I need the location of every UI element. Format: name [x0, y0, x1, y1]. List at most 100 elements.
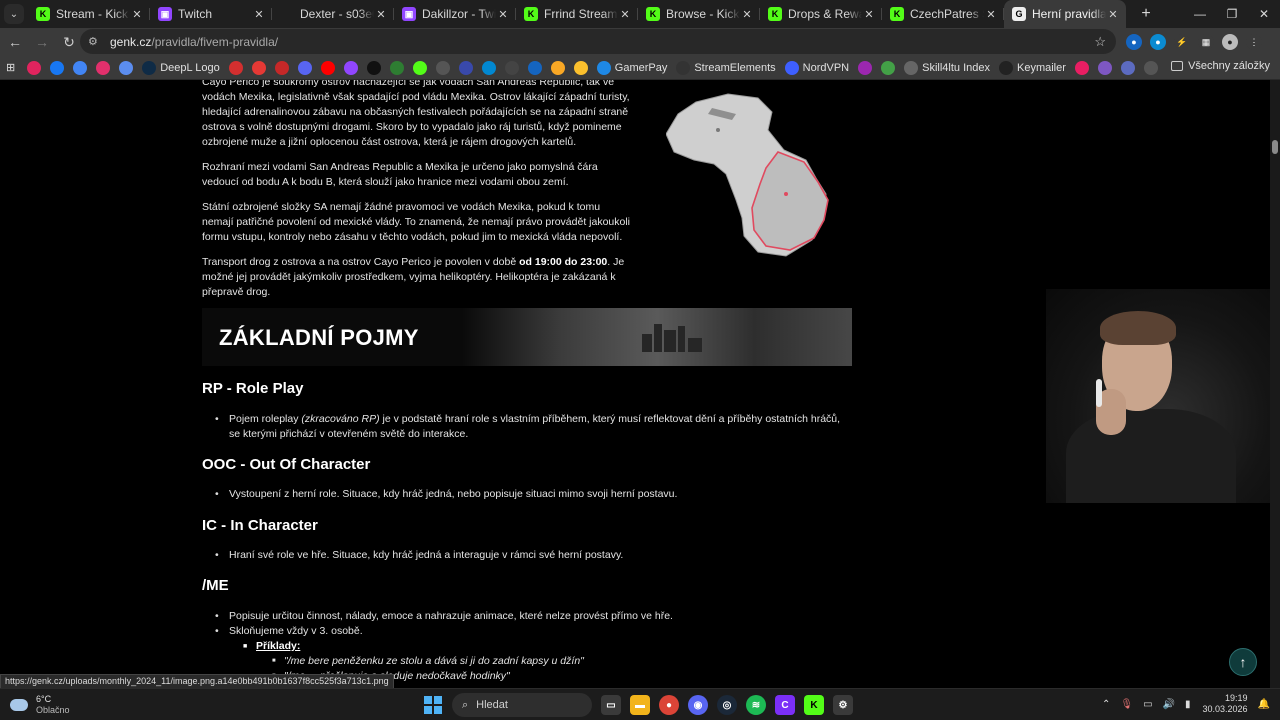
tab[interactable]: K CzechPatres Stream✕ [882, 0, 1004, 28]
kick-icon[interactable]: K [804, 695, 824, 715]
bookmark-item[interactable] [481, 60, 500, 75]
forward-icon[interactable]: → [30, 34, 54, 50]
bookmark-item[interactable]: Keymailer [999, 60, 1066, 75]
bookmark-item[interactable] [251, 60, 270, 75]
bookmark-item[interactable] [119, 60, 137, 75]
file-explorer-icon[interactable]: ▬ [630, 695, 650, 715]
bookmark-item[interactable]: Skill4ltu Index [904, 60, 990, 75]
bookmark-item[interactable]: StreamElements [676, 60, 776, 75]
taskbar-search[interactable]: ⌕ Hledat [452, 693, 592, 717]
profile-avatar[interactable]: ● [1222, 34, 1238, 50]
clock[interactable]: 19:19 30.03.2026 [1203, 693, 1248, 715]
tab[interactable]: K Frrind Stream - Watch✕ [516, 0, 638, 28]
bookmark-label: StreamElements [694, 61, 776, 74]
bookmark-favicon-icon [435, 60, 450, 75]
microphone-icon[interactable]: 🎙 [1120, 699, 1133, 710]
steam-icon[interactable]: ◎ [717, 695, 737, 715]
bookmark-item[interactable] [573, 60, 592, 75]
chrome-icon[interactable]: ● [659, 695, 679, 715]
tab[interactable]: K Drops & Rewards Inv✕ [760, 0, 882, 28]
tab-close-icon[interactable]: ✕ [740, 8, 754, 21]
weather-widget[interactable]: 6°C Oblačno [10, 694, 70, 716]
tab[interactable]: Dexter - s03e03 - Sve✕ [272, 0, 394, 28]
tab-close-icon[interactable]: ✕ [496, 8, 510, 21]
app-c-icon[interactable]: C [775, 695, 795, 715]
bookmark-item[interactable] [228, 60, 247, 75]
reload-icon[interactable]: ↻ [57, 34, 81, 51]
bookmark-item[interactable] [297, 60, 316, 75]
bookmark-item[interactable] [435, 60, 454, 75]
chevron-up-icon[interactable]: ⌃ [1102, 699, 1110, 710]
tab[interactable]: ▣ Dakillzor - Twitch✕ [394, 0, 516, 28]
address-bar[interactable]: ⚙ genk.cz/pravidla/fivem-pravidla/ ☆ [80, 29, 1116, 54]
volume-icon[interactable]: 🔊 [1163, 699, 1175, 710]
bookmark-item[interactable] [343, 60, 362, 75]
headset [1096, 379, 1102, 407]
tab-search-icon[interactable]: ⌄ [4, 4, 24, 24]
bookmark-item[interactable] [458, 60, 477, 75]
extensions-puzzle-icon[interactable]: ▦ [1198, 34, 1214, 50]
tab-close-icon[interactable]: ✕ [130, 8, 144, 21]
bookmark-item[interactable]: DeepL Logo [142, 60, 220, 75]
scroll-to-top-button[interactable]: ↑ [1229, 648, 1257, 676]
back-icon[interactable]: ← [3, 34, 27, 50]
task-view-icon[interactable]: ▭ [601, 695, 621, 715]
apps-grid-icon[interactable]: ⊞ [6, 61, 15, 74]
scrollbar-thumb[interactable] [1272, 140, 1278, 154]
tab-close-icon[interactable]: ✕ [252, 8, 266, 21]
bookmark-item[interactable]: GamerPay [596, 60, 667, 75]
restore-icon[interactable]: ❐ [1216, 0, 1248, 28]
page-scrollbar[interactable] [1270, 80, 1280, 688]
bookmark-item[interactable] [858, 60, 876, 75]
extension-icon[interactable]: ● [1126, 34, 1142, 50]
battery-icon[interactable]: ▮ [1185, 699, 1191, 710]
tab-close-icon[interactable]: ✕ [618, 8, 632, 21]
site-info-icon[interactable]: ⚙ [88, 35, 102, 48]
bookmark-favicon-icon [904, 60, 919, 75]
bookmark-item[interactable] [881, 60, 899, 75]
discord-icon[interactable]: ◉ [688, 695, 708, 715]
menu-kebab-icon[interactable]: ⋮ [1246, 34, 1262, 50]
all-bookmarks-button[interactable]: Všechny záložky [1171, 60, 1270, 72]
bookmark-item[interactable] [1143, 60, 1162, 75]
windows-start-icon[interactable] [424, 696, 442, 714]
close-window-icon[interactable]: ✕ [1248, 0, 1280, 28]
bookmark-favicon-icon [366, 60, 381, 75]
tab[interactable]: K Stream - Kick Dashboard✕ [28, 0, 150, 28]
tab-close-icon[interactable]: ✕ [1106, 8, 1120, 21]
bookmark-favicon-icon [1143, 60, 1158, 75]
notification-bell-icon[interactable]: 🔔 [1258, 699, 1270, 710]
bookmark-item[interactable]: NordVPN [784, 60, 849, 75]
bookmark-item[interactable] [73, 60, 91, 75]
tab[interactable]: K Browse - Kick Stream✕ [638, 0, 760, 28]
bookmark-item[interactable] [504, 60, 523, 75]
bookmark-item[interactable] [389, 60, 408, 75]
extension-icon[interactable]: ● [1150, 34, 1166, 50]
tab[interactable]: G Herní pravidla | FiveM✕ [1004, 0, 1126, 28]
settings-icon[interactable]: ⚙ [833, 695, 853, 715]
bookmark-star-icon[interactable]: ☆ [1094, 34, 1106, 50]
bookmark-item[interactable] [366, 60, 385, 75]
new-tab-button[interactable]: + [1134, 5, 1158, 23]
tab-close-icon[interactable]: ✕ [862, 8, 876, 21]
tab[interactable]: ▣ Twitch ✕ [150, 0, 272, 28]
bookmark-item[interactable] [1097, 60, 1116, 75]
extension-icon[interactable]: ⚡ [1174, 34, 1190, 50]
bookmark-item[interactable] [274, 60, 293, 75]
tab-close-icon[interactable]: ✕ [984, 8, 998, 21]
bookmark-item[interactable] [527, 60, 546, 75]
bookmark-item[interactable] [320, 60, 339, 75]
bookmark-item[interactable] [96, 60, 114, 75]
bookmark-item[interactable] [1120, 60, 1139, 75]
bookmark-item[interactable] [50, 60, 68, 75]
system-tray: ⌃ 🎙 ▭ 🔊 ▮ 19:19 30.03.2026 🔔 [1092, 693, 1270, 715]
spotify-icon[interactable]: ≋ [746, 695, 766, 715]
bookmark-item[interactable] [1074, 60, 1093, 75]
bookmark-item[interactable] [412, 60, 431, 75]
tab-close-icon[interactable]: ✕ [374, 8, 388, 21]
network-icon[interactable]: ▭ [1143, 699, 1152, 710]
address-url[interactable]: genk.cz/pravidla/fivem-pravidla/ [110, 35, 278, 49]
bookmark-item[interactable] [27, 60, 45, 75]
bookmark-item[interactable] [550, 60, 569, 75]
minimize-icon[interactable]: — [1184, 0, 1216, 28]
